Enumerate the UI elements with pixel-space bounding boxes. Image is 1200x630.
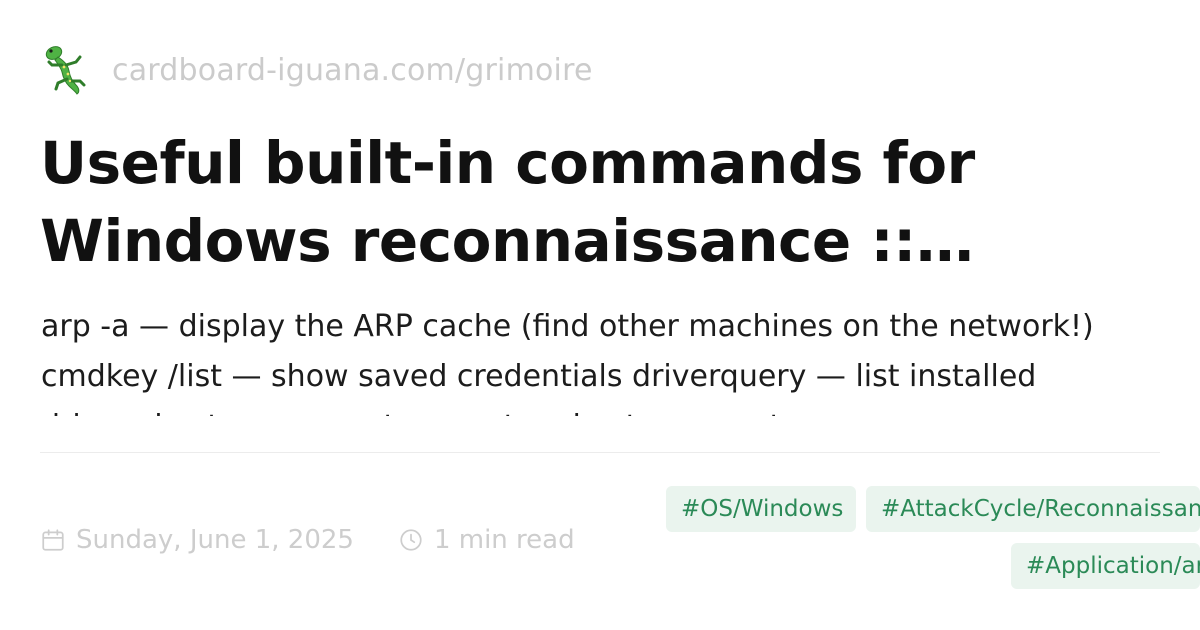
site-url[interactable]: cardboard-iguana.com/grimoire [112,53,593,88]
post-summary: arp -a — display the ARP cache (find oth… [41,309,1094,416]
post-date: Sunday, June 1, 2025 [40,525,354,555]
social-preview-card: cardboard-iguana.com/grimoire Useful bui… [0,0,1200,630]
site-header[interactable]: cardboard-iguana.com/grimoire [42,42,593,98]
divider [40,452,1160,453]
tag-attackcycle-reconnaissance[interactable]: #AttackCycle/Reconnaissance [866,486,1200,532]
clock-icon [400,529,422,551]
read-time: 1 min read [398,525,575,555]
calendar-icon [42,529,64,551]
post-date-text: Sunday, June 1, 2025 [76,525,354,555]
tag-application-arp[interactable]: #Application/arp [1011,543,1200,589]
lizard-icon [45,46,86,95]
post-meta: Sunday, June 1, 2025 1 min read [40,520,575,560]
page-title: Useful built-in commands for Windows rec… [40,129,975,275]
tag-os-windows[interactable]: #OS/Windows [666,486,856,532]
read-time-text: 1 min read [433,525,575,555]
